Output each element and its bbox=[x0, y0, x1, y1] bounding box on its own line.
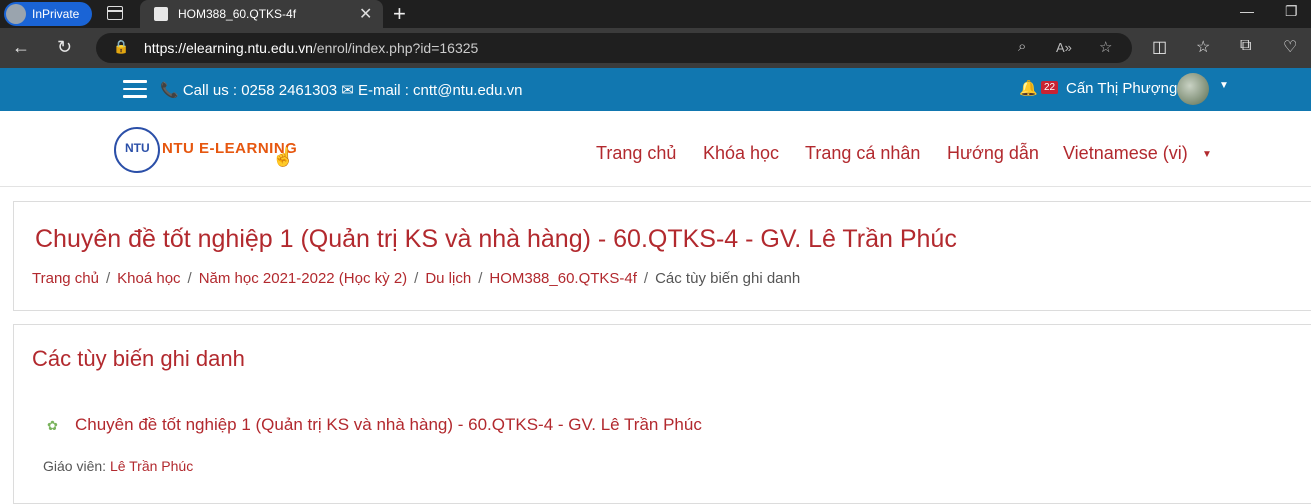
teacher-label: Giáo viên: bbox=[43, 458, 107, 474]
browser-tab-active[interactable]: HOM388_60.QTKS-4f ✕ bbox=[140, 0, 383, 28]
site-topbar: 📞 Call us : 0258 2461303 ✉ E-mail : cntt… bbox=[0, 68, 1311, 111]
breadcrumb-home[interactable]: Trang chủ bbox=[32, 270, 99, 287]
course-icon: ✿ bbox=[47, 418, 58, 433]
page-title: Các tùy biến ghi danh bbox=[32, 346, 245, 371]
inprivate-label: InPrivate bbox=[32, 7, 80, 21]
breadcrumb: Trang chủ / Khoá học / Năm học 2021-2022 (Họ… bbox=[32, 270, 801, 287]
breadcrumb-year[interactable]: Năm học 2021-2022 (Học kỳ 2) bbox=[199, 270, 407, 287]
site-logo[interactable]: NTU NTU E-LEARNING ☝ bbox=[114, 127, 304, 175]
refresh-icon[interactable]: ↻ bbox=[57, 37, 72, 58]
user-name[interactable]: Cấn Thị Phượng bbox=[1066, 80, 1177, 97]
favorites-icon[interactable]: ☆ bbox=[1196, 37, 1210, 57]
user-menu-caret-icon[interactable]: ▼ bbox=[1219, 80, 1229, 91]
main-navbar: NTU NTU E-LEARNING ☝ Trang chủ Khóa học … bbox=[0, 111, 1311, 187]
pointer-hand-icon: ☝ bbox=[272, 147, 295, 167]
nav-profile[interactable]: Trang cá nhân bbox=[805, 143, 920, 164]
teacher-name-link[interactable]: Lê Trần Phúc bbox=[110, 458, 193, 474]
back-icon[interactable]: ← bbox=[12, 37, 30, 58]
page-header-card: Chuyên đề tốt nghiệp 1 (Quản trị KS và n… bbox=[13, 201, 1311, 311]
hamburger-menu-icon[interactable] bbox=[123, 80, 147, 98]
breadcrumb-category[interactable]: Du lịch bbox=[425, 270, 471, 287]
logo-badge-text: NTU bbox=[125, 141, 150, 155]
minimize-icon[interactable]: — bbox=[1240, 3, 1254, 19]
tab-actions-icon[interactable] bbox=[107, 6, 123, 20]
notification-bell-icon[interactable]: 🔔 bbox=[1019, 79, 1038, 97]
nav-home[interactable]: Trang chủ bbox=[596, 143, 676, 164]
contact-info: 📞 Call us : 0258 2461303 ✉ E-mail : cntt… bbox=[160, 82, 523, 99]
close-tab-icon[interactable]: ✕ bbox=[359, 4, 372, 24]
zoom-icon[interactable]: ⌕ bbox=[1018, 38, 1026, 55]
collections-icon[interactable]: ⧉ bbox=[1240, 37, 1251, 55]
nav-guide[interactable]: Hướng dẫn bbox=[947, 143, 1039, 164]
tab-title: HOM388_60.QTKS-4f bbox=[178, 7, 297, 21]
browser-essentials-icon[interactable]: ♡ bbox=[1283, 37, 1297, 57]
address-bar[interactable]: 🔒 https://elearning.ntu.edu.vn/enrol/ind… bbox=[96, 33, 1132, 63]
breadcrumb-courses[interactable]: Khoá học bbox=[117, 270, 180, 287]
restore-icon[interactable]: ❐ bbox=[1285, 3, 1298, 20]
url-text: https://elearning.ntu.edu.vn/enrol/index… bbox=[144, 40, 478, 56]
url-path: /enrol/index.php?id=16325 bbox=[312, 40, 479, 56]
nav-courses[interactable]: Khóa học bbox=[703, 143, 779, 164]
breadcrumb-course[interactable]: HOM388_60.QTKS-4f bbox=[489, 270, 637, 287]
new-tab-icon[interactable]: + bbox=[393, 1, 406, 27]
nav-language[interactable]: Vietnamese (vi) bbox=[1063, 143, 1188, 164]
breadcrumb-current: Các tùy biến ghi danh bbox=[655, 270, 801, 287]
ntu-seal-icon: NTU bbox=[114, 127, 160, 173]
enrolment-options-card: Các tùy biến ghi danh ✿ Chuyên đề tốt ng… bbox=[13, 324, 1311, 504]
course-title: Chuyên đề tốt nghiệp 1 (Quản trị KS và n… bbox=[35, 225, 957, 253]
language-caret-icon[interactable]: ▼ bbox=[1202, 149, 1212, 160]
url-host: https://elearning.ntu.edu.vn bbox=[144, 40, 313, 56]
browser-tab-strip: InPrivate HOM388_60.QTKS-4f ✕ + — ❐ bbox=[0, 0, 1311, 28]
browser-toolbar: ← ↻ 🔒 https://elearning.ntu.edu.vn/enrol… bbox=[0, 28, 1311, 68]
favicon-icon bbox=[154, 7, 168, 21]
course-link-text[interactable]: Chuyên đề tốt nghiệp 1 (Quản trị KS và n… bbox=[75, 415, 702, 435]
split-screen-icon[interactable]: ◫ bbox=[1152, 37, 1167, 57]
profile-avatar-icon bbox=[6, 4, 26, 24]
course-teacher: Giáo viên: Lê Trần Phúc bbox=[43, 458, 193, 474]
notification-count-badge: 22 bbox=[1041, 81, 1059, 94]
favorite-star-icon[interactable]: ☆ bbox=[1099, 38, 1112, 56]
user-avatar[interactable] bbox=[1177, 73, 1209, 105]
read-aloud-icon[interactable]: A» bbox=[1056, 40, 1072, 55]
inprivate-button[interactable]: InPrivate bbox=[4, 2, 92, 26]
lock-icon[interactable]: 🔒 bbox=[113, 39, 129, 55]
